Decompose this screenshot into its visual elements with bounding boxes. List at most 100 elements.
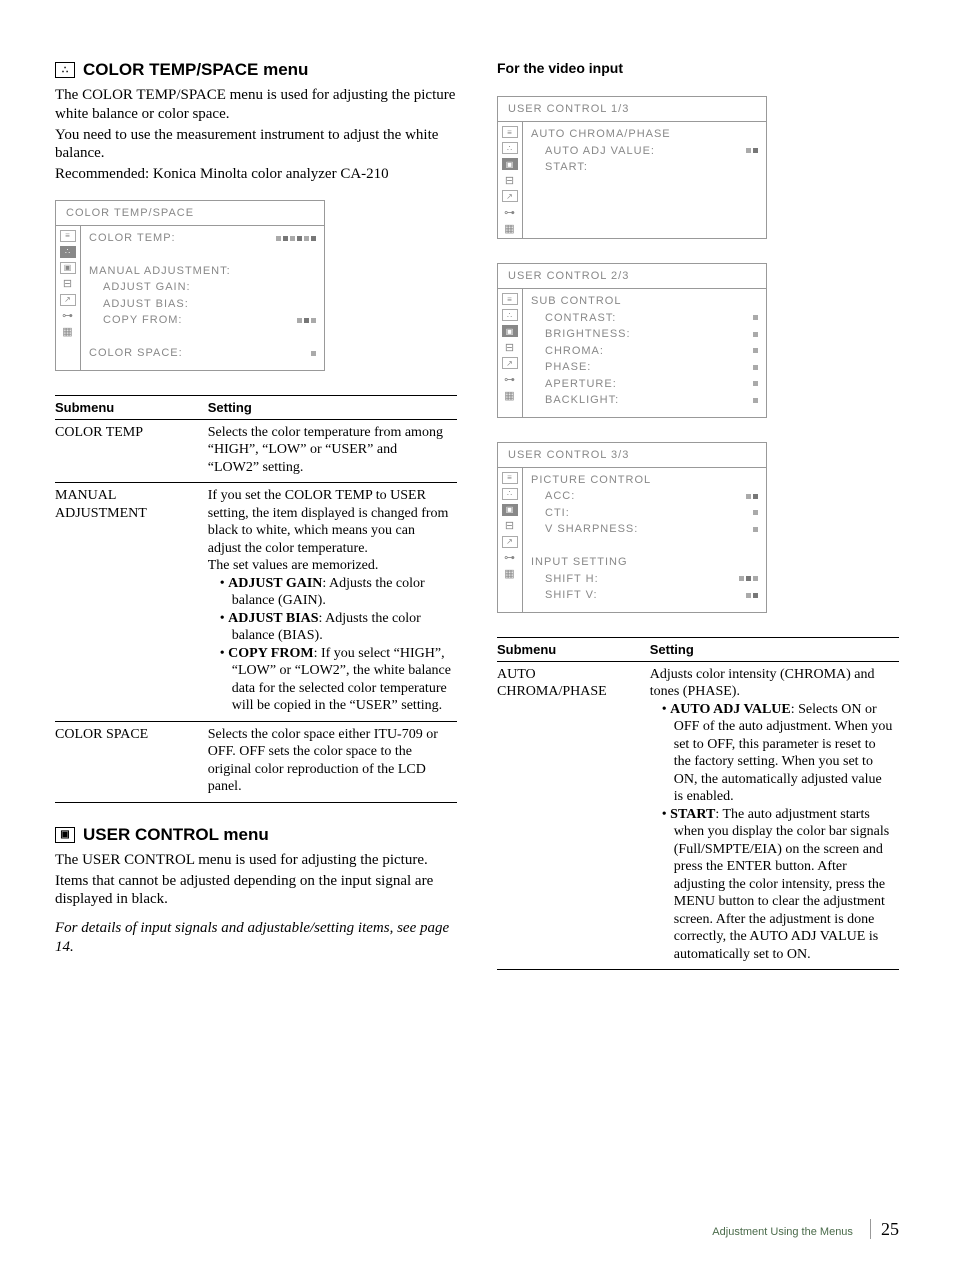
osd-row: AUTO CHROMA/PHASE xyxy=(531,126,758,143)
menu-icon-active: ∴ xyxy=(60,246,76,258)
osd-user-control-1: USER CONTROL 1/3 ≡ ∴ ▣ ⊟ ↗ ⊶ ▦ AUTO CHRO… xyxy=(497,96,767,239)
osd-row xyxy=(89,246,316,263)
menu-icon: ↗ xyxy=(60,294,76,306)
value-indicator xyxy=(753,310,758,327)
menu-icon: ▦ xyxy=(502,389,518,401)
value-indicator xyxy=(753,376,758,393)
osd-user-control-2: USER CONTROL 2/3 ≡ ∴ ▣ ⊟ ↗ ⊶ ▦ SUB CONTR… xyxy=(497,263,767,418)
osd-row-label: ACC: xyxy=(545,488,575,505)
menu-icon: ↗ xyxy=(502,536,518,548)
setting-description: If you set the COLOR TEMP to USER settin… xyxy=(208,483,457,722)
page-number: 25 xyxy=(870,1219,899,1239)
osd-user-control-3: USER CONTROL 3/3 ≡ ∴ ▣ ⊟ ↗ ⊶ ▦ PICTURE C… xyxy=(497,442,767,613)
th-setting: Setting xyxy=(650,637,899,661)
osd-row-label: CONTRAST: xyxy=(545,310,616,327)
setting-description: Adjusts color intensity (CHROMA) and ton… xyxy=(650,661,899,970)
menu-icon: ▦ xyxy=(502,568,518,580)
value-indicator xyxy=(311,345,316,362)
osd-row-label xyxy=(531,538,535,555)
osd-row-label: BRIGHTNESS: xyxy=(545,326,631,343)
value-indicator xyxy=(753,359,758,376)
osd-row: BACKLIGHT: xyxy=(531,392,758,409)
osd-title: USER CONTROL 2/3 xyxy=(498,264,766,289)
osd-row: PHASE: xyxy=(531,359,758,376)
osd-row-label xyxy=(89,329,93,346)
osd-title: COLOR TEMP/SPACE xyxy=(56,201,324,226)
osd-row: COLOR SPACE: xyxy=(89,345,316,362)
osd-icon-column: ≡ ∴ ▣ ⊟ ↗ ⊶ ▦ xyxy=(498,289,523,417)
osd-row: SHIFT H: xyxy=(531,571,758,588)
osd-row-label: COLOR SPACE: xyxy=(89,345,183,362)
osd-row: BRIGHTNESS: xyxy=(531,326,758,343)
menu-icon: ▣ xyxy=(60,262,76,274)
menu-icon: ▦ xyxy=(60,326,76,338)
value-indicator xyxy=(753,521,758,538)
value-indicator xyxy=(753,392,758,409)
osd-row: COPY FROM: xyxy=(89,312,316,329)
osd-row: ADJUST BIAS: xyxy=(89,296,316,313)
osd-content: SUB CONTROLCONTRAST:BRIGHTNESS:CHROMA:PH… xyxy=(523,289,766,417)
osd-row-label: SHIFT V: xyxy=(545,587,598,604)
uc-p1: The USER CONTROL menu is used for adjust… xyxy=(55,851,457,870)
osd-row: SHIFT V: xyxy=(531,587,758,604)
color-temp-menu-icon: ∴ xyxy=(55,62,75,78)
uc-p2: Items that cannot be adjusted depending … xyxy=(55,872,457,910)
title-text: COLOR TEMP/SPACE menu xyxy=(83,60,308,80)
bullet-item: • START: The auto adjustment starts when… xyxy=(650,806,893,964)
osd-row-label: BACKLIGHT: xyxy=(545,392,619,409)
osd-color-temp-space: COLOR TEMP/SPACE ≡ ∴ ▣ ⊟ ↗ ⊶ ▦ COLOR TEM… xyxy=(55,200,325,371)
osd-row-label: AUTO ADJ VALUE: xyxy=(545,143,655,160)
osd-row: START: xyxy=(531,159,758,176)
osd-row-label: SHIFT H: xyxy=(545,571,599,588)
menu-icon: ⊟ xyxy=(60,278,76,290)
osd-row-label: PHASE: xyxy=(545,359,591,376)
section-title-user-control: ▣ USER CONTROL menu xyxy=(55,825,457,845)
osd-row-label: ADJUST BIAS: xyxy=(103,296,189,313)
submenu-name: AUTO CHROMA/PHASE xyxy=(497,661,650,970)
bullet-item: • COPY FROM: If you select “HIGH”, “LOW”… xyxy=(208,645,451,715)
user-control-menu-icon: ▣ xyxy=(55,827,75,843)
table-row: COLOR SPACESelects the color space eithe… xyxy=(55,721,457,802)
th-setting: Setting xyxy=(208,395,457,419)
setting-description: Selects the color space either ITU-709 o… xyxy=(208,721,457,802)
submenu-name: COLOR SPACE xyxy=(55,721,208,802)
osd-row: ACC: xyxy=(531,488,758,505)
left-column: ∴ COLOR TEMP/SPACE menu The COLOR TEMP/S… xyxy=(55,60,457,992)
menu-icon: ≡ xyxy=(502,126,518,138)
menu-icon: ∴ xyxy=(502,488,518,500)
osd-row-label: CTI: xyxy=(545,505,570,522)
menu-icon: ⊟ xyxy=(502,174,518,186)
bullet-item: • AUTO ADJ VALUE: Selects ON or OFF of t… xyxy=(650,701,893,806)
menu-icon: ≡ xyxy=(502,472,518,484)
menu-icon: ∴ xyxy=(502,142,518,154)
osd-row xyxy=(89,329,316,346)
osd-row: AUTO ADJ VALUE: xyxy=(531,143,758,160)
submenu-name: MANUAL ADJUSTMENT xyxy=(55,483,208,722)
submenu-name: COLOR TEMP xyxy=(55,419,208,483)
osd-row: COLOR TEMP: xyxy=(89,230,316,247)
menu-icon: ⊶ xyxy=(502,552,518,564)
menu-icon: ↗ xyxy=(502,357,518,369)
title-text: USER CONTROL menu xyxy=(83,825,269,845)
osd-row: APERTURE: xyxy=(531,376,758,393)
osd-row-label xyxy=(89,246,93,263)
intro-p2: You need to use the measurement instrume… xyxy=(55,126,457,164)
osd-row-label: MANUAL ADJUSTMENT: xyxy=(89,263,231,280)
footer-label: Adjustment Using the Menus xyxy=(712,1226,853,1238)
osd-icon-column: ≡ ∴ ▣ ⊟ ↗ ⊶ ▦ xyxy=(498,468,523,612)
osd-row-label: AUTO CHROMA/PHASE xyxy=(531,126,671,143)
osd-row: CTI: xyxy=(531,505,758,522)
osd-icon-column: ≡ ∴ ▣ ⊟ ↗ ⊶ ▦ xyxy=(56,226,81,370)
settings-table-user-control: Submenu Setting AUTO CHROMA/PHASEAdjusts… xyxy=(497,637,899,971)
section-title-color-temp: ∴ COLOR TEMP/SPACE menu xyxy=(55,60,457,80)
osd-row: INPUT SETTING xyxy=(531,554,758,571)
osd-row-label: CHROMA: xyxy=(545,343,604,360)
osd-row-label: COLOR TEMP: xyxy=(89,230,176,247)
th-submenu: Submenu xyxy=(497,637,650,661)
setting-description: Selects the color temperature from among… xyxy=(208,419,457,483)
menu-icon: ⊟ xyxy=(502,520,518,532)
menu-icon: ▦ xyxy=(502,222,518,234)
value-indicator xyxy=(753,326,758,343)
osd-title: USER CONTROL 3/3 xyxy=(498,443,766,468)
osd-row-label: START: xyxy=(545,159,588,176)
